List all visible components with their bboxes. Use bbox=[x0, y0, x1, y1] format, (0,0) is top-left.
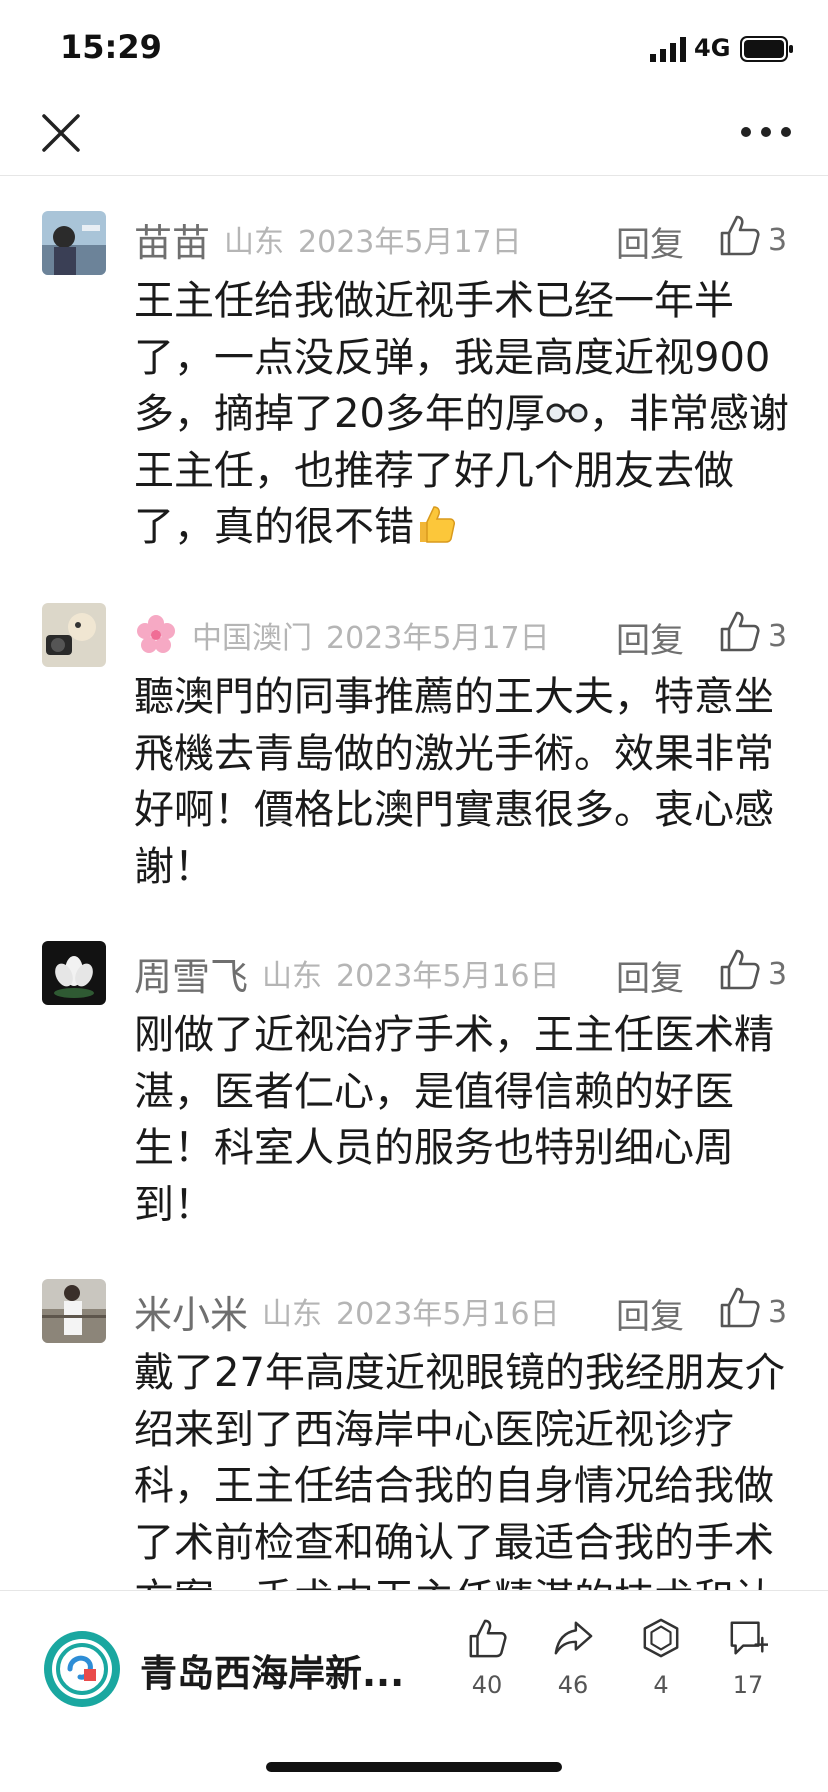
like-action-button[interactable]: 40 bbox=[452, 1617, 522, 1707]
status-time: 15:29 bbox=[60, 28, 162, 66]
comment-item: 苗苗 山东 2023年5月17日 回复 3 王主任给我做近视手术已经一年半了，一… bbox=[0, 207, 828, 550]
status-bar: 15:29 4G bbox=[0, 0, 828, 96]
comment-meta: 米小米 山东 2023年5月16日 bbox=[134, 1285, 560, 1337]
like-count: 3 bbox=[768, 1295, 788, 1330]
bottom-bar: 青岛西海岸新... 40 46 4 17 bbox=[0, 1590, 828, 1792]
account-logo[interactable] bbox=[42, 1629, 122, 1709]
account-name[interactable]: 青岛西海岸新... bbox=[140, 1643, 404, 1697]
comment-item: 中国澳门 2023年5月17日 回复 3 聽澳門的同事推薦的王大夫，特意坐飛機去… bbox=[0, 603, 828, 890]
cherry-blossom-icon[interactable] bbox=[134, 613, 178, 657]
comment-text: 聽澳門的同事推薦的王大夫，特意坐飛機去青島做的激光手術。效果非常好啊！價格比澳門… bbox=[134, 674, 774, 890]
comment-text: 戴了27年高度近视眼镜的我经朋友介绍来到了西海岸中心医院近视诊疗科，王主任结合我… bbox=[134, 1350, 785, 1590]
username[interactable]: 米小米 bbox=[134, 1284, 248, 1339]
like-count: 3 bbox=[768, 957, 788, 992]
comment-action-count: 17 bbox=[732, 1671, 764, 1699]
favorite-hexagon-icon bbox=[643, 1618, 679, 1658]
comment-date: 2023年5月17日 bbox=[298, 225, 522, 260]
close-icon[interactable] bbox=[36, 108, 86, 158]
avatar[interactable] bbox=[42, 1279, 106, 1343]
avatar[interactable] bbox=[42, 941, 106, 1005]
comment-text: 王主任给我做近视手术已经一年半了，一点没反弹，我是高度近视900多，摘掉了20多… bbox=[134, 273, 794, 556]
comment-action-button[interactable]: 17 bbox=[713, 1617, 783, 1707]
signal-icon bbox=[650, 37, 686, 62]
share-action-button[interactable]: 46 bbox=[538, 1617, 608, 1707]
thumbs-up-icon bbox=[720, 949, 760, 990]
like-count: 3 bbox=[768, 619, 788, 654]
comment-item: 周雪飞 山东 2023年5月16日 回复 3 刚做了近视治疗手术，王主任医术精湛… bbox=[0, 941, 828, 1228]
comment-text: 刚做了近视治疗手术，王主任医术精湛，医者仁心，是值得信赖的好医生！科室人员的服务… bbox=[134, 1012, 774, 1228]
favorite-action-button[interactable]: 4 bbox=[626, 1617, 696, 1707]
like-button[interactable]: 3 bbox=[718, 947, 798, 995]
nav-bar bbox=[0, 96, 828, 176]
thumbs-up-icon bbox=[720, 215, 760, 256]
region: 中国澳门 bbox=[192, 621, 312, 656]
like-count: 3 bbox=[768, 223, 788, 258]
battery-icon bbox=[740, 36, 793, 62]
comment-item: 米小米 山东 2023年5月16日 回复 3 戴了27年高度近视眼镜的我经朋友介… bbox=[0, 1279, 828, 1590]
thumbs-up-emoji bbox=[420, 506, 455, 543]
avatar[interactable] bbox=[42, 603, 106, 667]
thumbs-up-icon bbox=[720, 1287, 760, 1328]
avatar[interactable] bbox=[42, 211, 106, 275]
thumbs-up-icon bbox=[720, 611, 760, 652]
share-arrow-icon bbox=[554, 1621, 593, 1655]
share-action-count: 46 bbox=[557, 1671, 589, 1699]
comment-meta: 周雪飞 山东 2023年5月16日 bbox=[134, 947, 560, 999]
reply-button[interactable]: 回复 bbox=[616, 951, 684, 1000]
comment-list: 苗苗 山东 2023年5月17日 回复 3 王主任给我做近视手术已经一年半了，一… bbox=[0, 177, 828, 1590]
network-type: 4G bbox=[694, 34, 731, 62]
like-button[interactable]: 3 bbox=[718, 609, 798, 657]
glasses-emoji bbox=[546, 403, 588, 423]
favorite-action-count: 4 bbox=[653, 1671, 669, 1699]
like-button[interactable]: 3 bbox=[718, 213, 798, 261]
comment-meta: 中国澳门 2023年5月17日 bbox=[134, 609, 550, 661]
reply-button[interactable]: 回复 bbox=[616, 613, 684, 662]
more-dots-icon[interactable] bbox=[738, 112, 794, 152]
username[interactable]: 周雪飞 bbox=[134, 946, 248, 1001]
home-indicator[interactable] bbox=[266, 1762, 562, 1772]
comment-date: 2023年5月16日 bbox=[336, 959, 560, 994]
reply-button[interactable]: 回复 bbox=[616, 1289, 684, 1338]
like-action-count: 40 bbox=[471, 1671, 503, 1699]
comment-meta: 苗苗 山东 2023年5月17日 bbox=[134, 213, 522, 265]
like-button[interactable]: 3 bbox=[718, 1285, 798, 1333]
comment-plus-icon bbox=[730, 1621, 768, 1655]
region: 山东 bbox=[224, 225, 285, 260]
region: 山东 bbox=[262, 1297, 323, 1332]
region: 山东 bbox=[262, 959, 323, 994]
reply-button[interactable]: 回复 bbox=[616, 217, 684, 266]
comment-date: 2023年5月17日 bbox=[326, 621, 550, 656]
username[interactable]: 苗苗 bbox=[134, 212, 210, 267]
thumbs-up-icon bbox=[469, 1619, 507, 1658]
comment-date: 2023年5月16日 bbox=[336, 1297, 560, 1332]
